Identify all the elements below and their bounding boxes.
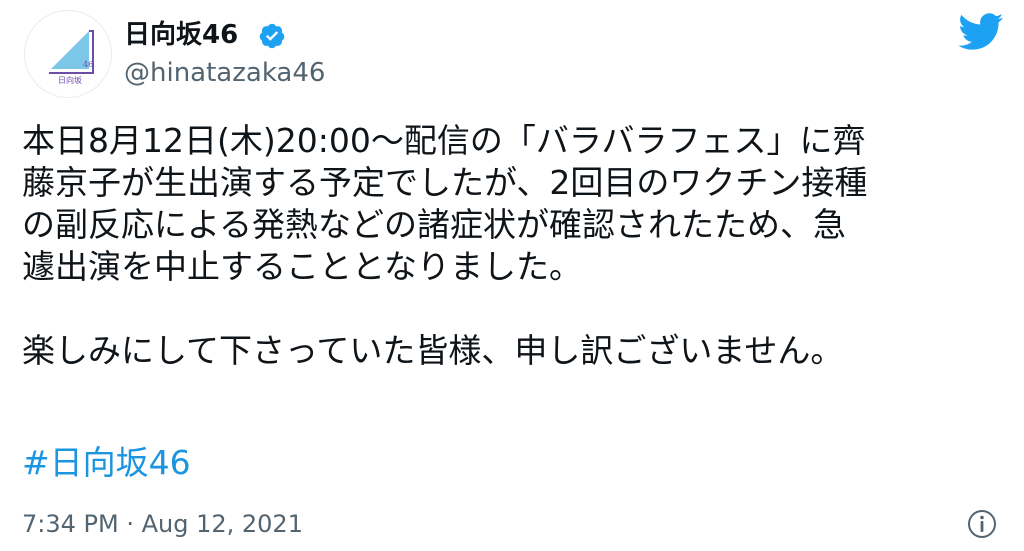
tweet-text-line: 本日8月12日(木)20:00〜配信の「バラバラフェス」に齊 (22, 121, 866, 160)
tweet-text-line: の副反応による発熱などの諸症状が確認されたため、急 (22, 205, 847, 244)
twitter-bird-icon[interactable] (958, 12, 1004, 50)
tweet-text-line: 藤京子が生出演する予定でしたが、2回目のワクチン接種 (22, 163, 868, 202)
hinatazaka46-logo-icon: 46 日向坂 (49, 30, 94, 85)
display-name[interactable]: 日向坂46 (124, 18, 238, 52)
tweet-text-line: 遽出演を中止することとなりました。 (22, 247, 583, 286)
tweet-timestamp[interactable]: 7:34 PM · Aug 12, 2021 (22, 508, 303, 540)
tweet-card: 46 日向坂 日向坂46 @hinatazaka46 本日8月12日(木)20:… (0, 0, 1024, 551)
avatar[interactable]: 46 日向坂 (24, 10, 112, 98)
hashtag-link[interactable]: #日向坂46 (22, 442, 191, 484)
tweet-text-line: 楽しみにして下さっていた皆様、申し訳ございません。 (22, 331, 844, 370)
avatar-number: 46 (83, 60, 93, 69)
user-handle[interactable]: @hinatazaka46 (124, 56, 325, 90)
verified-badge-icon (259, 23, 285, 49)
info-icon[interactable] (966, 508, 998, 540)
tweet-text: 本日8月12日(木)20:00〜配信の「バラバラフェス」に齊 藤京子が生出演する… (22, 120, 1012, 372)
avatar-text: 日向坂 (58, 75, 82, 85)
